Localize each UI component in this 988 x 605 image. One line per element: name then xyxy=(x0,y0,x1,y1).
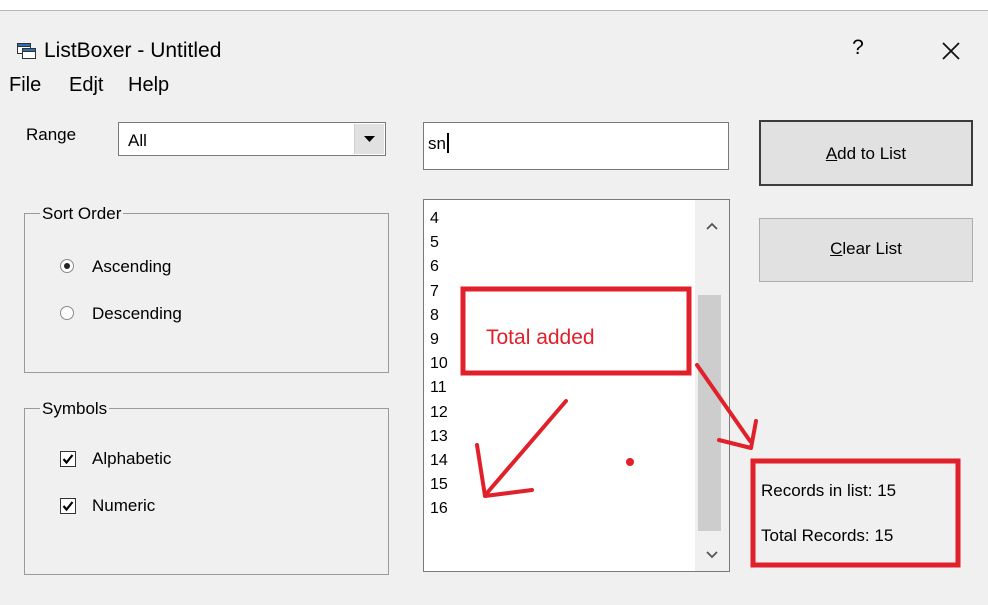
list-item[interactable]: 5 xyxy=(430,231,448,255)
help-button[interactable]: ? xyxy=(847,33,869,63)
annotation-text: Total added xyxy=(486,326,595,349)
app-icon xyxy=(17,43,36,59)
descending-label[interactable]: Descending xyxy=(92,304,182,324)
clear-list-mnemonic: C xyxy=(830,239,843,258)
numeric-label[interactable]: Numeric xyxy=(92,496,155,516)
text-caret xyxy=(446,133,449,153)
clear-list-button[interactable]: Clear List xyxy=(759,218,973,282)
listbox-scrollbar[interactable] xyxy=(695,200,729,571)
list-item[interactable]: 16 xyxy=(430,497,448,521)
list-item[interactable]: 11 xyxy=(430,376,448,400)
add-to-list-mnemonic: A xyxy=(825,144,838,163)
ascending-radio[interactable] xyxy=(60,259,74,273)
title-bar[interactable]: ListBoxer - Untitled ? xyxy=(0,11,988,67)
menu-file[interactable]: File xyxy=(9,74,41,97)
symbols-group xyxy=(24,408,389,575)
add-to-list-button[interactable]: Add to List xyxy=(759,120,973,186)
entry-value: sn xyxy=(428,134,446,153)
range-dropdown[interactable]: All xyxy=(118,122,386,156)
chevron-down-icon[interactable] xyxy=(702,547,722,561)
list-item[interactable]: 10 xyxy=(430,352,448,376)
list-items: 4 5 6 7 8 9 10 11 12 13 14 15 16 xyxy=(430,207,448,521)
list-item[interactable]: 15 xyxy=(430,473,448,497)
list-item[interactable]: 14 xyxy=(430,449,448,473)
symbols-title: Symbols xyxy=(40,399,110,419)
list-item[interactable]: 13 xyxy=(430,425,448,449)
scrollbar-thumb[interactable] xyxy=(698,295,721,531)
list-item[interactable]: 12 xyxy=(430,401,448,425)
menu-help[interactable]: Help xyxy=(128,74,169,97)
menu-edit[interactable]: Edjt xyxy=(69,74,103,97)
clear-list-label: lear List xyxy=(842,239,902,258)
chevron-down-icon xyxy=(364,136,375,142)
add-to-list-label: dd to List xyxy=(837,144,907,163)
list-item[interactable]: 9 xyxy=(430,328,448,352)
window-title: ListBoxer - Untitled xyxy=(44,39,222,62)
range-dropdown-button[interactable] xyxy=(354,124,384,154)
status-highlight-box xyxy=(750,458,961,568)
alphabetic-label[interactable]: Alphabetic xyxy=(92,449,171,469)
list-item[interactable]: 4 xyxy=(430,207,448,231)
total-records-label: Total Records: 15 xyxy=(761,526,894,545)
range-selected-value: All xyxy=(128,131,147,150)
check-icon xyxy=(62,454,74,465)
sort-order-group xyxy=(24,213,389,373)
window-top-edge xyxy=(0,0,988,11)
check-icon xyxy=(62,501,74,512)
sort-order-title: Sort Order xyxy=(40,204,124,224)
alphabetic-checkbox[interactable] xyxy=(60,451,76,467)
entry-input[interactable]: sn xyxy=(423,122,729,170)
list-item[interactable]: 7 xyxy=(430,280,448,304)
records-listbox[interactable]: 4 5 6 7 8 9 10 11 12 13 14 15 16 xyxy=(423,199,730,572)
numeric-checkbox[interactable] xyxy=(60,498,76,514)
descending-radio[interactable] xyxy=(60,306,74,320)
list-item[interactable]: 6 xyxy=(430,255,448,279)
ascending-label[interactable]: Ascending xyxy=(92,257,171,277)
records-in-list-label: Records in list: 15 xyxy=(761,481,897,500)
range-label: Range xyxy=(26,125,77,144)
list-item[interactable]: 8 xyxy=(430,304,448,328)
chevron-up-icon[interactable] xyxy=(702,220,722,234)
close-icon[interactable] xyxy=(937,37,965,65)
